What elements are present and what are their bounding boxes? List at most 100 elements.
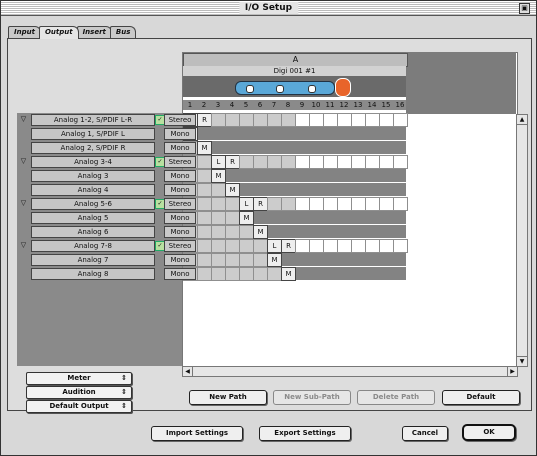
- path-format-button[interactable]: Mono: [164, 212, 196, 224]
- channel-cell[interactable]: [365, 113, 380, 127]
- scroll-right-icon[interactable]: ▶: [507, 367, 517, 376]
- path-name-field[interactable]: Analog 5: [31, 212, 155, 224]
- new-sub-path-button[interactable]: New Sub-Path: [273, 390, 351, 405]
- tab-input[interactable]: Input: [8, 26, 41, 38]
- channel-cell[interactable]: [239, 239, 254, 253]
- channel-cell[interactable]: [197, 197, 212, 211]
- path-format-button[interactable]: Mono: [164, 170, 196, 182]
- channel-assignment-cell[interactable]: R: [225, 155, 240, 169]
- export-settings-button[interactable]: Export Settings: [259, 426, 351, 441]
- channel-cell[interactable]: [309, 197, 324, 211]
- channel-cell[interactable]: [267, 113, 282, 127]
- path-format-button[interactable]: Mono: [164, 184, 196, 196]
- sub-path-row[interactable]: Analog 2, S/PDIF R Mono: [17, 141, 196, 154]
- channel-cell[interactable]: [197, 253, 212, 267]
- channel-cell[interactable]: [309, 113, 324, 127]
- channel-cell[interactable]: [281, 155, 296, 169]
- channel-cell[interactable]: [379, 197, 394, 211]
- channel-cell[interactable]: [211, 113, 226, 127]
- channel-cell[interactable]: [197, 225, 212, 239]
- channel-cell[interactable]: [197, 267, 212, 281]
- zoom-icon[interactable]: ▣: [519, 3, 530, 14]
- channel-assignment-cell[interactable]: M: [281, 267, 296, 281]
- channel-cell[interactable]: [267, 155, 282, 169]
- channel-cell[interactable]: [239, 253, 254, 267]
- channel-cell[interactable]: [309, 155, 324, 169]
- default-button[interactable]: Default: [442, 390, 520, 405]
- channel-cell[interactable]: [239, 267, 254, 281]
- sub-path-row[interactable]: Analog 4 Mono: [17, 183, 196, 196]
- channel-cell[interactable]: [365, 197, 380, 211]
- path-name-field[interactable]: Analog 7-8: [31, 240, 155, 252]
- channel-cell[interactable]: [239, 155, 254, 169]
- default-output-popup[interactable]: Default Output ⇕: [26, 400, 132, 413]
- path-name-field[interactable]: Analog 4: [31, 184, 155, 196]
- path-row[interactable]: ▽ Analog 1-2, S/PDIF L-R ✓ Stereo: [17, 113, 196, 126]
- channel-cell[interactable]: [295, 197, 310, 211]
- sub-path-row[interactable]: Analog 8 Mono: [17, 267, 196, 280]
- channel-cell[interactable]: [253, 239, 268, 253]
- channel-cell[interactable]: [225, 253, 240, 267]
- audition-popup[interactable]: Audition ⇕: [26, 386, 132, 399]
- channel-cell[interactable]: [197, 183, 212, 197]
- horizontal-scrollbar[interactable]: ◀ ▶: [182, 366, 518, 377]
- channel-cell[interactable]: [253, 253, 268, 267]
- sub-path-row[interactable]: Analog 7 Mono: [17, 253, 196, 266]
- channel-cell[interactable]: [239, 113, 254, 127]
- scroll-down-icon[interactable]: ▼: [517, 356, 527, 366]
- tab-output[interactable]: Output: [38, 26, 79, 39]
- channel-cell[interactable]: [281, 197, 296, 211]
- path-format-button[interactable]: Mono: [164, 268, 196, 280]
- channel-cell[interactable]: [225, 113, 240, 127]
- channel-assignment-cell[interactable]: R: [281, 239, 296, 253]
- channel-cell[interactable]: [197, 211, 212, 225]
- channel-cell[interactable]: [337, 239, 352, 253]
- path-format-button[interactable]: Mono: [164, 254, 196, 266]
- path-name-field[interactable]: Analog 5-6: [31, 198, 155, 210]
- path-format-button[interactable]: Stereo: [164, 240, 196, 252]
- channel-cell[interactable]: [253, 113, 268, 127]
- sub-path-row[interactable]: Analog 6 Mono: [17, 225, 196, 238]
- channel-cell[interactable]: [197, 155, 212, 169]
- path-name-field[interactable]: Analog 1-2, S/PDIF L-R: [31, 114, 155, 126]
- path-row[interactable]: ▽ Analog 7-8 ✓ Stereo: [17, 239, 196, 252]
- channel-cell[interactable]: [323, 197, 338, 211]
- channel-cell[interactable]: [225, 211, 240, 225]
- channel-assignment-cell[interactable]: M: [225, 183, 240, 197]
- channel-assignment-cell[interactable]: M: [197, 141, 212, 155]
- sub-path-row[interactable]: Analog 3 Mono: [17, 169, 196, 182]
- ok-button[interactable]: OK: [462, 424, 516, 441]
- channel-cell[interactable]: [379, 155, 394, 169]
- path-name-field[interactable]: Analog 3: [31, 170, 155, 182]
- channel-cell[interactable]: [351, 197, 366, 211]
- channel-assignment-cell[interactable]: R: [253, 197, 268, 211]
- path-name-field[interactable]: Analog 7: [31, 254, 155, 266]
- channel-assignment-cell[interactable]: M: [267, 253, 282, 267]
- channel-cell[interactable]: [267, 267, 282, 281]
- channel-cell[interactable]: [211, 211, 226, 225]
- channel-cell[interactable]: [239, 225, 254, 239]
- channel-assignment-cell[interactable]: M: [211, 169, 226, 183]
- path-format-button[interactable]: Mono: [164, 128, 196, 140]
- path-format-button[interactable]: Stereo: [164, 198, 196, 210]
- channel-cell[interactable]: [211, 225, 226, 239]
- channel-cell[interactable]: [295, 155, 310, 169]
- channel-cell[interactable]: [197, 239, 212, 253]
- channel-cell[interactable]: [267, 197, 282, 211]
- path-row[interactable]: ▽ Analog 5-6 ✓ Stereo: [17, 197, 196, 210]
- channel-cell[interactable]: [337, 155, 352, 169]
- tab-bus[interactable]: Bus: [109, 26, 137, 38]
- path-name-field[interactable]: Analog 6: [31, 226, 155, 238]
- channel-cell[interactable]: [197, 169, 212, 183]
- channel-cell[interactable]: [253, 155, 268, 169]
- channel-cell[interactable]: [323, 155, 338, 169]
- channel-cell[interactable]: [225, 239, 240, 253]
- disclosure-triangle-icon[interactable]: ▽: [19, 241, 28, 250]
- device-column-header[interactable]: A: [183, 53, 408, 67]
- channel-cell[interactable]: [393, 197, 408, 211]
- path-format-button[interactable]: Mono: [164, 142, 196, 154]
- channel-cell[interactable]: [393, 113, 408, 127]
- channel-cell[interactable]: [379, 239, 394, 253]
- channel-cell[interactable]: [225, 197, 240, 211]
- channel-assignment-cell[interactable]: M: [253, 225, 268, 239]
